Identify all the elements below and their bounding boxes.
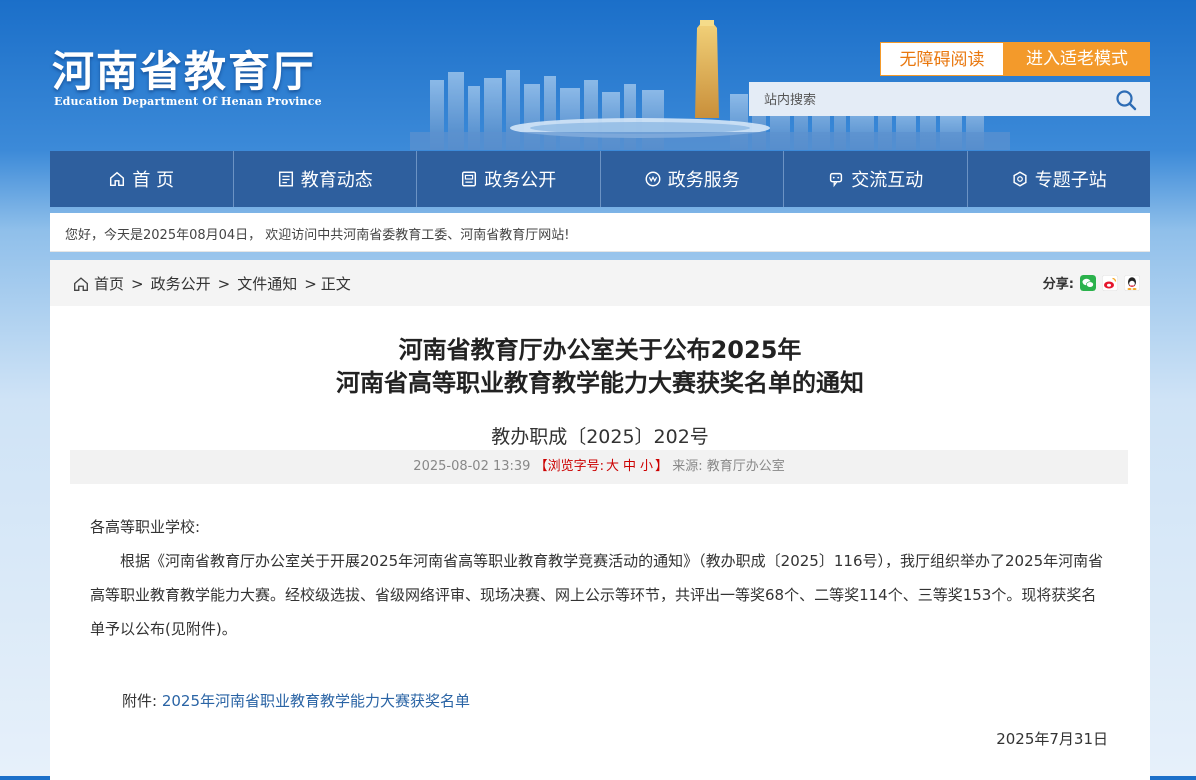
article-meta-bar: 2025-08-02 13:39 【浏览字号: 大中小】 来源: 教育厅办公室 xyxy=(70,450,1128,484)
breadcrumb-home-link[interactable]: 首页 xyxy=(94,273,124,294)
nav-item-label: 政务公开 xyxy=(484,170,557,191)
nav-item-label: 首 页 xyxy=(132,170,175,191)
weibo-icon[interactable] xyxy=(1102,274,1118,291)
subsite-icon xyxy=(1013,171,1027,187)
welcome-text: 您好，今天是2025年08月04日， 欢迎访问中共河南省委教育工委、河南省教育厅… xyxy=(65,228,570,243)
article-salutation: 各高等职业学校: xyxy=(90,518,201,536)
interaction-icon xyxy=(830,172,843,188)
search-icon[interactable] xyxy=(1114,88,1138,112)
article-paragraph: 根据《河南省教育厅办公室关于开展2025年河南省高等职业教育教学竞赛活动的通知》… xyxy=(90,552,1104,638)
home-icon xyxy=(110,171,125,187)
site-logo-title: 河南省教育厅 xyxy=(52,47,317,96)
article-title: 河南省教育厅办公室关于公布2025年 河南省高等职业教育教学能力大赛获奖名单的通… xyxy=(50,334,1150,400)
attachment-row: 附件: 2025年河南省职业教育教学能力大赛获奖名单 xyxy=(122,690,470,711)
site-header: 河南省教育厅 Education Department Of Henan Pro… xyxy=(0,0,1196,150)
breadcrumb-bar: 首页 > 政务公开 > 文件通知 > 正文 分享: xyxy=(50,260,1150,306)
share-label: 分享: xyxy=(1042,277,1074,292)
search-box xyxy=(749,82,1150,116)
breadcrumb-separator: > xyxy=(217,274,231,293)
nav-item-label: 教育动态 xyxy=(300,170,373,191)
nav-item-label: 专题子站 xyxy=(1034,170,1107,191)
elder-mode-button[interactable]: 进入适老模式 xyxy=(1004,42,1150,76)
breadcrumb-notices-link[interactable]: 文件通知 xyxy=(237,273,297,294)
main-navigation: 首 页 教育动态 政务公开 政务服务 交流互动 专题子站 xyxy=(50,151,1150,207)
attachment-link[interactable]: 2025年河南省职业教育教学能力大赛获奖名单 xyxy=(162,692,470,710)
article-date: 2025年7月31日 xyxy=(996,730,1108,748)
nav-item-label: 政务服务 xyxy=(667,170,740,191)
site-logo-subtitle: Education Department Of Henan Province xyxy=(54,95,322,108)
font-size-large-button[interactable]: 大 xyxy=(606,459,619,474)
search-input[interactable] xyxy=(749,82,1099,116)
document-icon xyxy=(462,171,477,187)
nav-item-education-news[interactable]: 教育动态 xyxy=(234,151,417,207)
service-icon xyxy=(645,171,661,187)
font-size-medium-button[interactable]: 中 xyxy=(623,459,636,474)
nav-item-special-topics[interactable]: 专题子站 xyxy=(968,151,1151,207)
nav-item-government-services[interactable]: 政务服务 xyxy=(601,151,784,207)
breadcrumb-government-affairs-link[interactable]: 政务公开 xyxy=(151,273,211,294)
attachment-label: 附件: xyxy=(122,692,158,710)
font-size-suffix: 】 xyxy=(655,459,669,474)
breadcrumb: 首页 > 政务公开 > 文件通知 > 正文 xyxy=(72,273,351,294)
font-size-selector: 【浏览字号: 大中小】 xyxy=(535,459,668,474)
font-size-small-button[interactable]: 小 xyxy=(640,459,653,474)
breadcrumb-separator: > xyxy=(131,274,144,293)
article-body: 各高等职业学校: 根据《河南省教育厅办公室关于开展2025年河南省高等职业教育教… xyxy=(90,510,1110,646)
nav-item-home[interactable]: 首 页 xyxy=(50,151,234,207)
welcome-bar: 您好，今天是2025年08月04日， 欢迎访问中共河南省委教育工委、河南省教育厅… xyxy=(50,213,1150,252)
article-title-line-1: 河南省教育厅办公室关于公布2025年 xyxy=(398,336,802,364)
article-source: 来源: 教育厅办公室 xyxy=(672,459,785,474)
qq-icon[interactable] xyxy=(1124,274,1140,291)
home-icon xyxy=(74,276,88,291)
article-title-line-2: 河南省高等职业教育教学能力大赛获奖名单的通知 xyxy=(336,369,864,397)
nav-item-government-affairs[interactable]: 政务公开 xyxy=(417,151,601,207)
breadcrumb-current: 正文 xyxy=(320,275,351,293)
font-size-prefix: 【浏览字号: xyxy=(534,459,604,474)
breadcrumb-separator: > xyxy=(304,274,317,293)
accessibility-reading-button[interactable]: 无障碍阅读 xyxy=(880,42,1004,76)
nav-item-label: 交流互动 xyxy=(851,170,924,191)
share-bar: 分享: xyxy=(1043,273,1140,292)
document-number: 教办职成〔2025〕202号 xyxy=(491,426,709,448)
article-panel: 首页 > 政务公开 > 文件通知 > 正文 分享: 河南省教育厅办公室关于公布2… xyxy=(50,260,1150,780)
news-icon xyxy=(278,171,293,187)
wechat-icon[interactable] xyxy=(1080,274,1096,291)
nav-item-interaction[interactable]: 交流互动 xyxy=(784,151,968,207)
publish-datetime: 2025-08-02 13:39 xyxy=(413,459,531,474)
